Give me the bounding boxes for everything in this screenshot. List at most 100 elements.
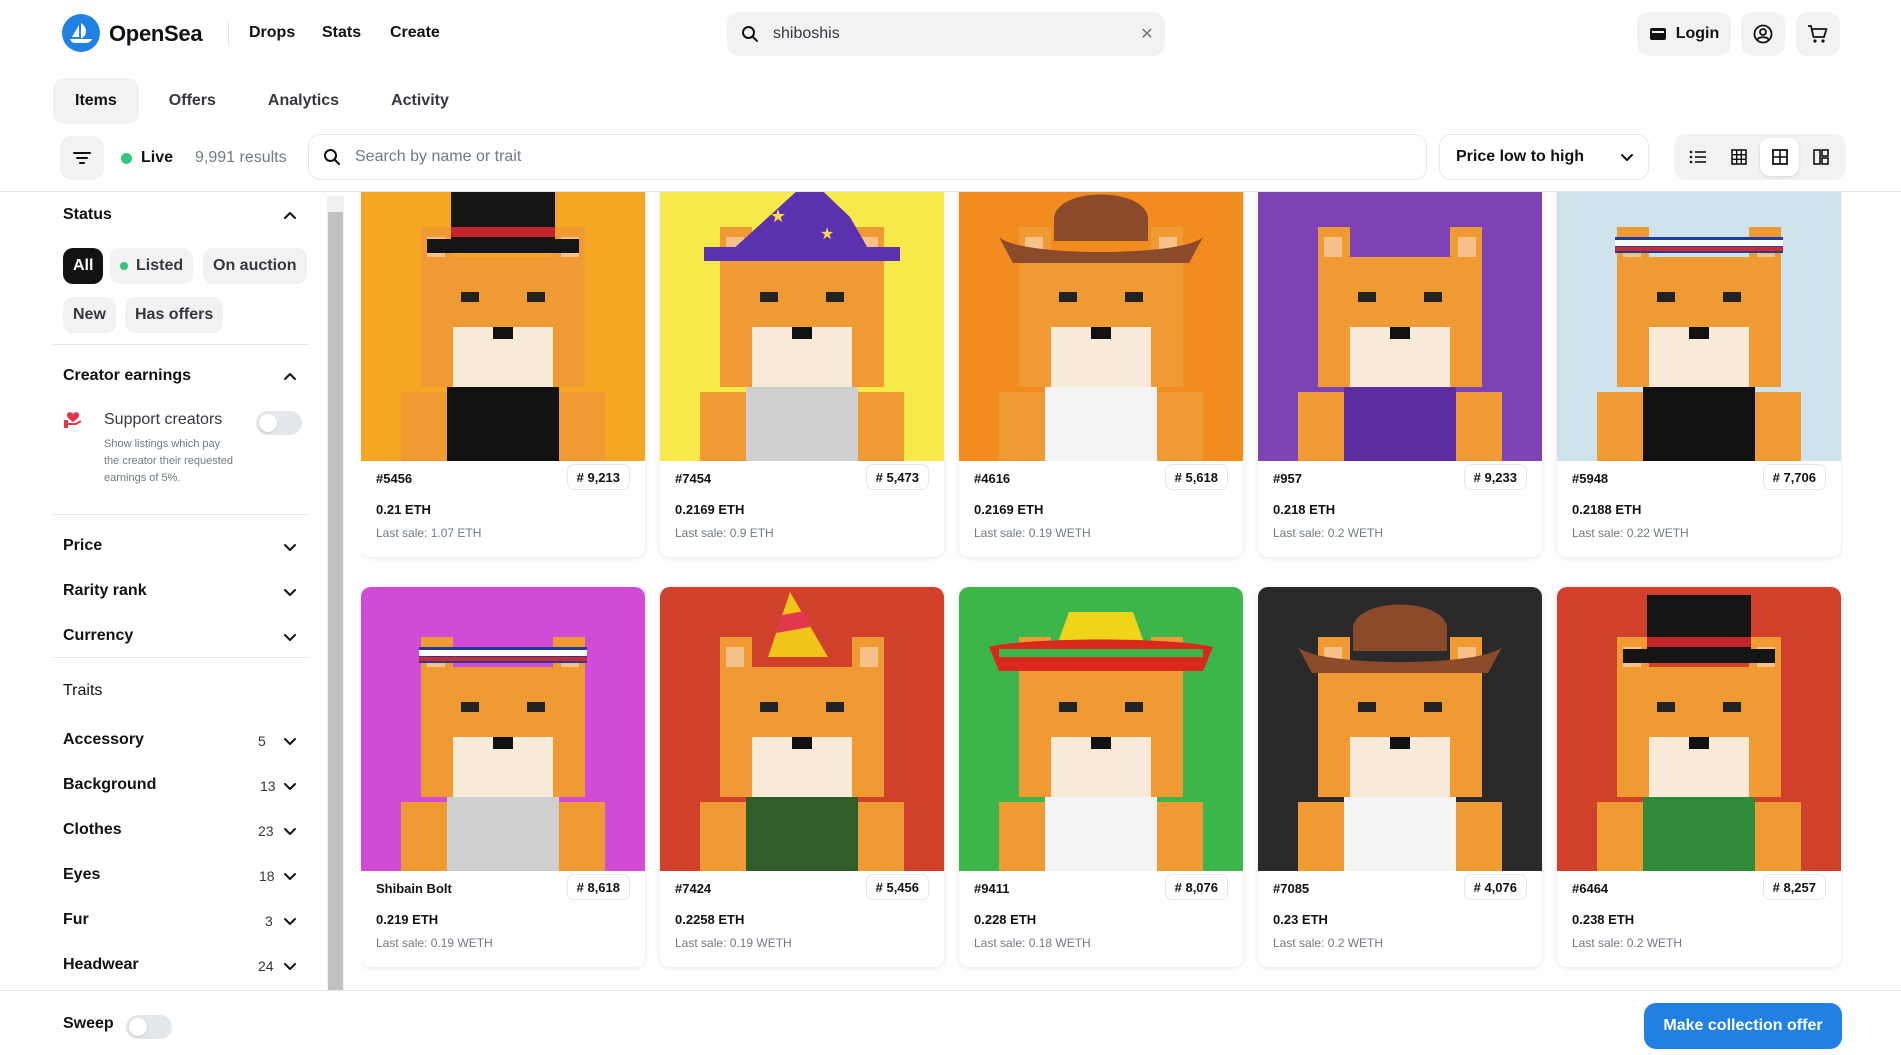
chevron-down-icon[interactable] [282,913,298,929]
small-grid-view-button[interactable] [1719,138,1758,176]
status-option-on-auction[interactable]: On auction [203,248,307,284]
chevron-down-icon[interactable] [282,539,298,555]
opensea-logo-icon[interactable] [62,14,100,52]
trait-count: 18 [259,868,275,884]
nft-name: #7454 [675,471,712,486]
sort-dropdown[interactable]: Price low to high [1439,134,1649,180]
status-option-listed[interactable]: Listed [110,248,194,284]
login-button[interactable]: Login [1637,12,1731,56]
status-option-all[interactable]: All [63,248,104,284]
chevron-down-icon[interactable] [282,823,298,839]
sidebar-scrollbar-thumb[interactable] [328,212,343,990]
sweep-toggle[interactable] [126,1015,172,1039]
chevron-down-icon[interactable] [282,733,298,749]
mosaic-view-button[interactable] [1801,138,1840,176]
chevron-down-icon[interactable] [282,958,298,974]
trait-clothes[interactable]: Clothes [63,821,122,839]
nav-link-stats[interactable]: Stats [322,24,361,42]
user-icon [1753,24,1773,44]
chevron-down-icon[interactable] [282,584,298,600]
nft-name: #4616 [974,471,1011,486]
chevron-up-icon[interactable] [282,369,298,385]
search-icon [324,149,340,165]
chevron-down-icon[interactable] [282,778,298,794]
nft-card[interactable]: #4616 # 5,618 0.2169 ETH Last sale: 0.19… [959,192,1243,557]
trait-search-field[interactable]: Search by name or trait [308,134,1427,180]
live-label: Live [141,149,174,166]
nft-image[interactable]: ★★ [660,192,944,461]
trait-accessory[interactable]: Accessory [63,731,144,749]
nft-card[interactable]: #5456 # 9,213 0.21 ETH Last sale: 1.07 E… [361,192,645,557]
status-option-has-offers[interactable]: Has offers [125,297,224,333]
tab-offers[interactable]: Offers [147,78,238,124]
last-sale: Last sale: 0.2 WETH [1572,936,1683,950]
tab-activity[interactable]: Activity [369,78,471,124]
wallet-icon [1649,28,1666,40]
nft-image[interactable] [361,587,645,871]
nft-card[interactable]: #6464 # 8,257 0.238 ETH Last sale: 0.2 W… [1557,587,1841,967]
nft-image[interactable] [660,587,944,871]
nft-name: #957 [1273,471,1302,486]
profile-button[interactable] [1741,12,1785,56]
tab-analytics[interactable]: Analytics [246,78,361,124]
results-count: 9,991 results [195,149,287,166]
trait-background[interactable]: Background [63,776,156,794]
nft-price: 0.21 ETH [376,502,431,517]
heart-hand-icon [64,412,82,428]
bottom-action-bar: Sweep Make collection offer [0,990,1901,1055]
global-search-bar[interactable]: shiboshis ✕ [727,12,1165,56]
filter-currency[interactable]: Currency [63,627,133,645]
last-sale: Last sale: 0.2 WETH [1273,936,1384,950]
nft-image[interactable] [1258,587,1542,871]
nft-price: 0.2258 ETH [675,912,745,927]
status-section-title[interactable]: Status [63,206,112,224]
search-input[interactable]: shiboshis [773,25,1129,43]
brand-name[interactable]: OpenSea [109,21,203,47]
nft-image[interactable] [959,587,1243,871]
trait-search-placeholder[interactable]: Search by name or trait [355,148,521,166]
tab-items[interactable]: Items [53,78,139,124]
trait-fur[interactable]: Fur [63,911,89,929]
large-grid-view-button[interactable] [1760,138,1799,176]
last-sale: Last sale: 0.19 WETH [675,936,792,950]
nft-card[interactable]: #5948 # 7,706 0.2188 ETH Last sale: 0.22… [1557,192,1841,557]
svg-text:★: ★ [770,206,786,226]
support-creators-toggle[interactable] [256,411,302,435]
nav-link-create[interactable]: Create [390,24,440,42]
nft-image[interactable] [361,192,645,461]
nft-card[interactable]: #7085 # 4,076 0.23 ETH Last sale: 0.2 WE… [1258,587,1542,967]
trait-eyes[interactable]: Eyes [63,866,100,884]
nft-image[interactable] [959,192,1243,461]
filter-toggle-button[interactable] [60,136,104,180]
nft-card[interactable]: #9411 # 8,076 0.228 ETH Last sale: 0.18 … [959,587,1243,967]
close-icon[interactable]: ✕ [1129,24,1165,44]
items-grid: #5456 # 9,213 0.21 ETH Last sale: 1.07 E… [361,192,1843,990]
cart-button[interactable] [1796,12,1840,56]
make-collection-offer-button[interactable]: Make collection offer [1644,1003,1842,1049]
filter-price[interactable]: Price [63,537,102,555]
nft-image[interactable] [1557,192,1841,461]
nft-card[interactable]: Shibain Bolt # 8,618 0.219 ETH Last sale… [361,587,645,967]
rarity-rank-badge: # 7,706 [1762,464,1826,490]
list-view-button[interactable] [1678,138,1717,176]
chevron-down-icon[interactable] [282,868,298,884]
live-indicator: Live [121,149,173,167]
filter-rarity-rank[interactable]: Rarity rank [63,582,147,600]
small-grid-icon [1730,149,1747,165]
nft-card[interactable]: #7424 # 5,456 0.2258 ETH Last sale: 0.19… [660,587,944,967]
nft-image[interactable] [1258,192,1542,461]
chevron-up-icon[interactable] [282,208,298,224]
trait-headwear[interactable]: Headwear [63,956,139,974]
nft-card[interactable]: ★ ★ #7454 # 5,473 0.2169 ETH Last sale: 0… [660,192,944,557]
nft-price: 0.23 ETH [1273,912,1328,927]
creator-earnings-title[interactable]: Creator earnings [63,367,191,385]
nft-image[interactable] [1557,587,1841,871]
top-navigation: OpenSea Drops Stats Create shiboshis ✕ L… [0,0,1901,68]
chevron-down-icon[interactable] [282,629,298,645]
nft-name: #7424 [675,881,712,896]
last-sale: Last sale: 0.9 ETH [675,526,774,540]
nft-card[interactable]: #957 # 9,233 0.218 ETH Last sale: 0.2 WE… [1258,192,1542,557]
status-option-new[interactable]: New [63,297,116,333]
nav-link-drops[interactable]: Drops [249,24,295,42]
sidebar-divider [53,657,309,658]
